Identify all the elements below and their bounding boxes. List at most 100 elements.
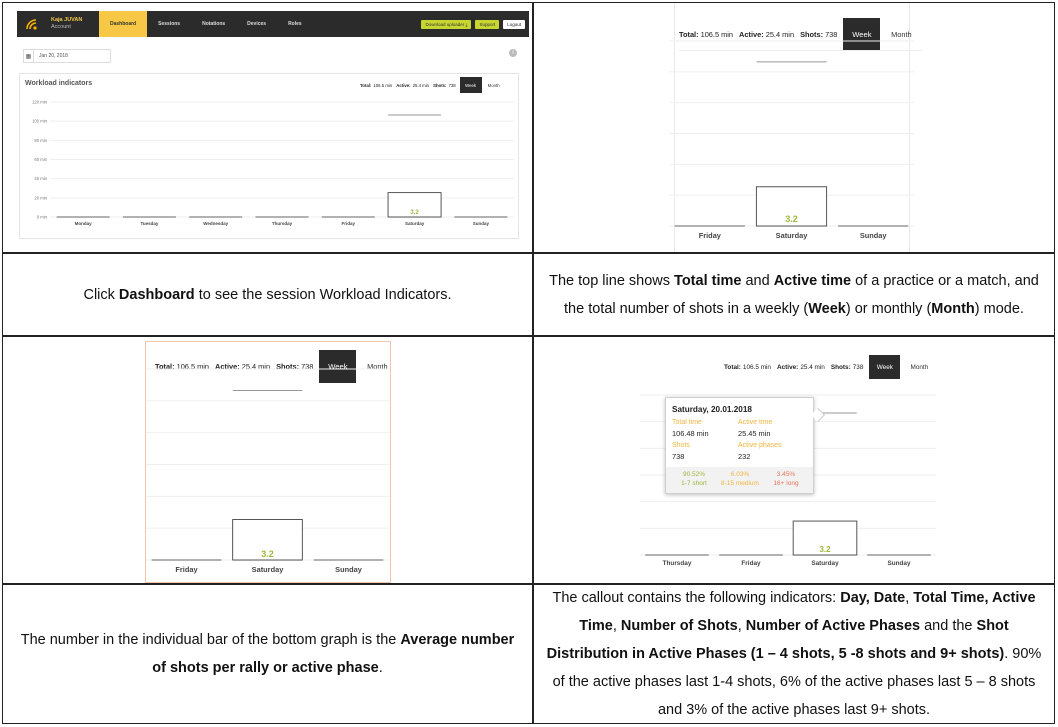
top-navigation-bar: Kaja JUVAN Account Dashboard Sessions No… — [17, 11, 529, 37]
x-category-label: Sunday — [335, 565, 363, 574]
total-time-label: Total time — [672, 419, 702, 426]
dist-long-pct: 3.45% — [776, 471, 796, 478]
dist-medium-pct: 6.03% — [730, 471, 750, 478]
caption-bold: Day, Date — [840, 590, 906, 606]
caption-part: The top line shows — [549, 272, 675, 289]
bar-value-label: 3.2 — [819, 545, 831, 554]
caption-part: . — [378, 660, 383, 676]
caption-dashboard: Click Dashboard to see the session Workl… — [2, 253, 533, 336]
shots-label: Shots — [672, 442, 690, 449]
month-button[interactable]: Month — [482, 77, 506, 93]
nav-notations[interactable]: Notations — [191, 11, 236, 37]
calendar-icon: ▦ — [24, 50, 34, 62]
account-block[interactable]: Kaja JUVAN Account — [51, 17, 91, 31]
caption-part: The number in the individual bar of the … — [20, 632, 401, 648]
nav-roles[interactable]: Roles — [277, 11, 313, 37]
day-callout: Saturday, 20.01.2018 Total time 106.48 m… — [665, 397, 826, 494]
x-category-label: Thursday — [272, 221, 293, 226]
y-tick-label: 80 min — [34, 138, 47, 143]
x-category-label: Friday — [175, 565, 198, 574]
active-phases-label: Active phases — [738, 442, 782, 449]
caption-bold: Number of Shots — [620, 618, 738, 634]
x-category-label: Saturday — [405, 221, 425, 226]
total-label: Total: — [360, 82, 372, 88]
caption-part: , — [737, 618, 746, 634]
y-tick-label: 60 min — [34, 157, 47, 162]
account-name: Kaja JUVAN — [51, 17, 83, 23]
active-label: Active: — [396, 82, 411, 88]
bar-value-label: 3.2 — [410, 210, 419, 216]
caption-bar-number: The number in the individual bar of the … — [2, 584, 533, 724]
total-value: 106.5 min — [373, 82, 393, 88]
caption-bold: Month — [931, 300, 975, 317]
caption-part: ) or monthly ( — [845, 300, 932, 317]
callout-screenshot: Total: 106.5 min Active: 25.4 min Shots: 73… — [533, 336, 1055, 584]
app-logo-icon — [21, 13, 43, 35]
x-category-label: Saturday — [252, 565, 285, 574]
x-category-label: Sunday — [887, 560, 911, 567]
dist-long: 3.45% 16+ long — [764, 470, 808, 488]
caption-part: ) mode. — [974, 300, 1024, 317]
x-category-label: Tuesday — [140, 221, 158, 226]
total-time-value: 106.48 min — [672, 429, 709, 438]
info-icon[interactable]: i — [509, 49, 517, 57]
y-tick-label: 0 min — [37, 215, 48, 220]
bar-value-screenshot: Total: 106.5 min Active: 25.4 min Shots: 73… — [2, 336, 533, 584]
account-sub: Account — [51, 24, 71, 30]
dist-long-label: 16+ long — [773, 480, 799, 487]
shot-distribution: 90.52% 1-7 short 6.03% 8-15 medium 3.45% 16… — [666, 467, 813, 493]
dist-short-pct: 90.52% — [682, 471, 706, 478]
y-tick-label: 100 min — [32, 119, 48, 124]
callout-date: Saturday, 20.01.2018 — [672, 405, 752, 414]
top-right-actions: Download uploader ⤓ Support Logout — [421, 19, 525, 29]
nav-dashboard[interactable]: Dashboard — [99, 11, 148, 37]
x-category-label: Friday — [741, 560, 761, 567]
x-category-label: Monday — [75, 221, 92, 226]
logout-button[interactable]: Logout — [503, 19, 525, 29]
active-time-value: 25.45 min — [738, 429, 771, 438]
caption-part: Click — [83, 286, 119, 303]
active-value: 25.4 min — [412, 82, 430, 88]
caption-bold: Total time — [674, 272, 742, 289]
x-category-label: Saturday — [811, 560, 839, 567]
x-category-label: Sunday — [860, 231, 888, 240]
x-category-label: Sunday — [473, 221, 490, 226]
bar-value-label: 3.2 — [785, 214, 798, 224]
dashboard-screenshot: Kaja JUVAN Account Dashboard Sessions No… — [2, 2, 533, 253]
nav-sessions[interactable]: Sessions — [147, 11, 191, 37]
week-button[interactable]: Week — [459, 77, 482, 93]
shots-stat: Shots: 738 — [433, 77, 456, 93]
caption-part: and — [741, 272, 774, 289]
dist-short-label: 1-7 short — [681, 480, 707, 487]
caption-bold: Number of Active Phases — [745, 618, 921, 634]
workload-panel: Workload indicators Total: 106.5 min Acti… — [19, 73, 519, 239]
caption-text: Click Dashboard to see the session Workl… — [83, 281, 451, 309]
dist-medium-label: 8-15 medium — [721, 480, 759, 487]
caption-text: The callout contains the following indic… — [546, 585, 1042, 723]
shots-value: 738 — [672, 452, 685, 461]
panel-title: Workload indicators — [25, 80, 93, 87]
x-category-label: Wednesday — [203, 221, 228, 226]
download-uploader-button[interactable]: Download uploader ⤓ — [421, 19, 472, 29]
stats-bar-screenshot: Total: 106.5 min Active: 25.4 min Shots: 73… — [533, 2, 1055, 253]
caption-text: The top line shows Total time and Active… — [546, 267, 1042, 323]
nav-devices[interactable]: Devices — [236, 11, 277, 37]
caption-callout: The callout contains the following indic… — [533, 584, 1055, 724]
caption-top-line: The top line shows Total time and Active… — [533, 253, 1055, 336]
workload-chart-full: 0 min 20 min 40 min 60 min 80 min 100 min 120 … — [32, 100, 514, 226]
x-category-label: Saturday — [776, 231, 809, 240]
x-category-label: Friday — [342, 221, 356, 226]
workload-chart-zoom: Friday 3.2 Saturday Sunday — [146, 368, 389, 574]
date-value: Jan 20, 2018 — [39, 53, 68, 59]
bar-value-label: 3.2 — [261, 549, 274, 559]
caption-part: The callout contains the following indic… — [552, 590, 841, 606]
caption-bold: Active time — [773, 272, 852, 289]
active-time-label: Active time — [738, 419, 773, 426]
workload-chart-zoom: Friday 3.2 Saturday Sunday — [669, 40, 914, 240]
date-picker[interactable]: ▦ Jan 20, 2018 — [23, 49, 111, 63]
active-phases-value: 232 — [738, 452, 751, 461]
dist-medium: 6.03% 8-15 medium — [716, 470, 764, 488]
caption-bold: Week — [808, 300, 846, 317]
support-button[interactable]: Support — [475, 19, 500, 29]
total-stat: Total: 106.5 min — [360, 77, 392, 93]
